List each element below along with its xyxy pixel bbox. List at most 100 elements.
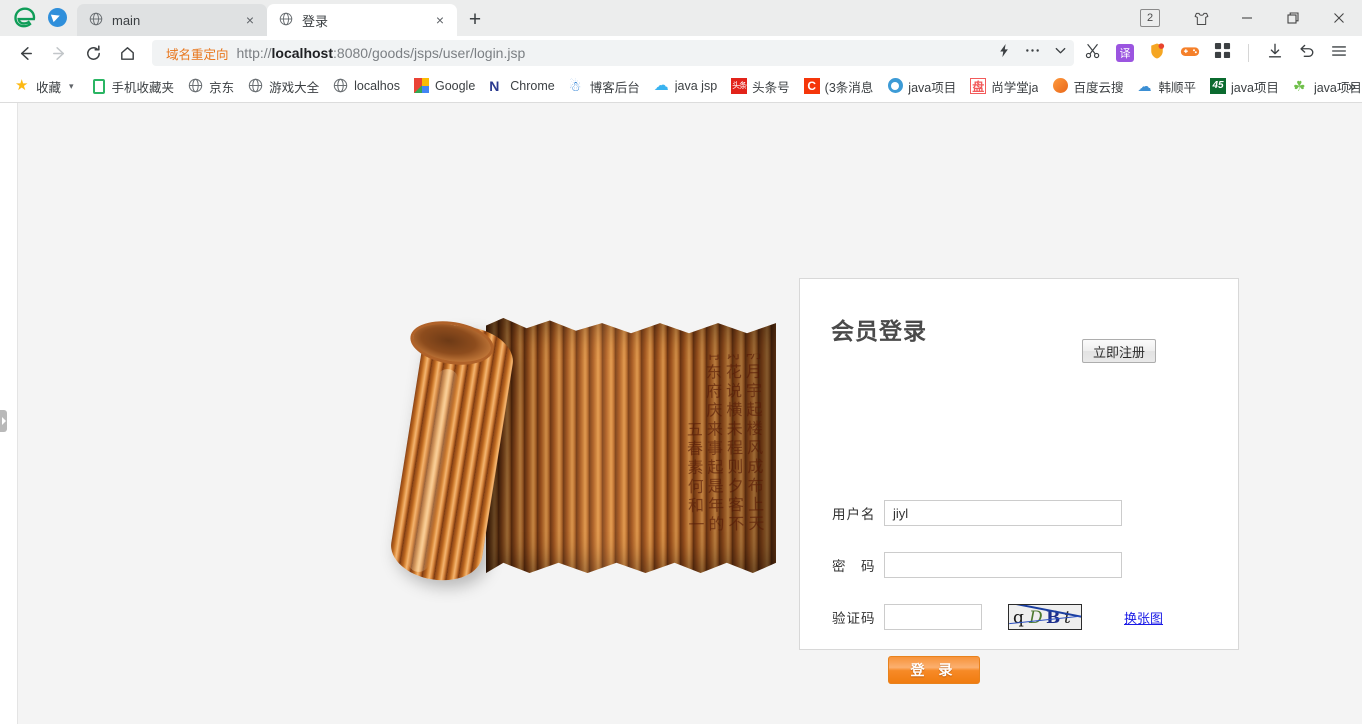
leaf-icon: ☘ [1293,78,1309,94]
bookmark-games[interactable]: 游戏大全 [241,73,326,99]
refresh-captcha-link[interactable]: 换张图 [1124,608,1163,627]
new-tab-button[interactable]: + [457,4,493,36]
bookmark-messages[interactable]: C (3条消息 [797,73,881,99]
bookmark-favorites[interactable]: ★ 收藏 ▾ [8,73,84,99]
gamepad-icon[interactable] [1180,43,1200,64]
star-icon: ★ [15,78,31,94]
navigation-bar: 域名重定向 http://localhost:8080/goods/jsps/u… [0,36,1362,70]
chevron-down-icon[interactable] [1053,43,1068,63]
history-undo-icon[interactable] [1298,42,1316,65]
bookmark-mobile-favorites[interactable]: 手机收藏夹 [84,73,182,99]
toutiao-icon: 头条 [731,78,747,94]
close-button[interactable] [1316,0,1362,36]
bookmark-java-jsp[interactable]: ☁ java jsp [647,73,724,99]
menu-icon[interactable] [1330,42,1348,65]
han-icon: ☁ [1137,78,1153,94]
tab-strip: main × 登录 × + 2 [0,0,1362,36]
bookmark-label: 手机收藏夹 [112,77,175,96]
telegram-logo-icon[interactable] [48,8,67,27]
bookmark-label: 百度云搜 [1073,77,1123,96]
bookmark-label: 韩顺平 [1158,77,1196,96]
reload-button[interactable] [76,38,110,68]
bookmark-label: 游戏大全 [269,77,319,96]
username-label: 用户名 [832,503,884,523]
netflix-n-icon: N [489,78,505,94]
bookmark-label: 京东 [209,77,234,96]
bookmark-localhost[interactable]: localhos [326,73,407,99]
bookmark-baidu-cloud[interactable]: 百度云搜 [1045,73,1130,99]
scissors-icon[interactable] [1084,42,1102,65]
chevron-down-icon[interactable]: ▾ [66,81,77,92]
tab-close-button[interactable]: × [431,11,449,29]
bamboo-calligraphy: 天不的一 上客年和 布夕是何 成则起素 风程事春 楼未来五 起横庆 宇说府 月花… [499,354,764,539]
username-input[interactable]: jiyl [884,500,1122,526]
password-input[interactable] [884,552,1122,578]
captcha-char: q [1013,608,1024,628]
globe-icon [89,12,105,28]
bookmark-java-project-1[interactable]: java项目 [880,73,963,99]
bookmark-label: 收藏 [36,77,61,96]
captcha-char: D [1029,608,1043,628]
globe-icon [248,78,264,94]
register-button[interactable]: 立即注册 [1082,339,1156,363]
browser-window: main × 登录 × + 2 [0,0,1362,724]
username-row: 用户名 jiyl [832,500,1122,526]
forward-button[interactable] [42,38,76,68]
home-button[interactable] [110,38,144,68]
bookmark-jd[interactable]: 京东 [181,73,241,99]
bookmark-toutiao[interactable]: 头条 头条号 [724,73,797,99]
page-viewport: 天不的一 上客年和 布夕是何 成则起素 风程事春 楼未来五 起横庆 宇说府 月花… [0,102,1362,724]
globe-icon [279,12,295,28]
login-submit-button[interactable]: 登 录 [888,656,980,684]
bookmark-label: java项目 [1231,77,1279,96]
bookmark-label: Google [435,79,475,93]
bookmark-google[interactable]: Google [407,73,482,99]
shield-icon[interactable] [1148,42,1166,65]
translate-icon-label: 译 [1120,45,1131,61]
google-icon [414,78,430,94]
sidebar-collapse-handle[interactable] [0,410,7,432]
tab-main[interactable]: main × [77,4,267,36]
page-title: 会员登录 [831,312,927,346]
bookmark-label: Chrome [510,79,554,93]
tshirt-icon[interactable] [1178,0,1224,36]
more-dots-icon[interactable] [1024,43,1041,63]
bamboo-scroll-image: 天不的一 上客年和 布夕是何 成则起素 风程事春 楼未来五 起横庆 宇说府 月花… [396,308,786,598]
translate-icon[interactable]: 译 [1116,44,1134,62]
omnibox-icons [997,43,1068,63]
tab-login[interactable]: 登录 × [267,4,457,36]
c-icon: C [804,78,820,94]
browser-brand-icons [0,4,77,36]
bookmark-shangxuetang[interactable]: 盘 尚学堂ja [963,73,1045,99]
captcha-image[interactable]: q D B t [1008,604,1082,630]
bookmark-blog-admin[interactable]: ☃ 博客后台 [562,73,647,99]
baidu-icon [1052,78,1068,94]
minimize-button[interactable] [1224,0,1270,36]
back-button[interactable] [8,38,42,68]
captcha-input[interactable] [884,604,982,630]
download-icon[interactable] [1266,42,1284,65]
redirect-badge: 域名重定向 [166,44,229,63]
apps-grid-icon[interactable] [1214,42,1231,64]
bookmarks-bar: ★ 收藏 ▾ 手机收藏夹 京东 游戏大全 localhos Google N C… [0,70,1362,102]
bookmark-java-project-2[interactable]: 45 java项目 [1203,73,1286,99]
bookmark-label: (3条消息 [825,77,874,96]
bookmarks-overflow-button[interactable]: » [1348,70,1356,102]
window-controls: 2 [1140,0,1362,36]
pan-icon: 盘 [970,78,986,94]
bookmark-hanshunping[interactable]: ☁ 韩顺平 [1130,73,1203,99]
tab-count-badge[interactable]: 2 [1140,9,1160,27]
bookmark-chrome[interactable]: N Chrome [482,73,561,99]
bookmark-label: localhos [354,79,400,93]
browser-toolbar-icons: 译 [1084,42,1354,65]
globe-icon [333,78,349,94]
45-icon: 45 [1210,78,1226,94]
lightning-icon[interactable] [997,43,1012,63]
bookmark-label: java项目 [908,77,956,96]
bookmark-label: java jsp [675,79,717,93]
maximize-button[interactable] [1270,0,1316,36]
tab-close-button[interactable]: × [241,11,259,29]
address-bar[interactable]: 域名重定向 http://localhost:8080/goods/jsps/u… [152,40,1074,66]
bookmark-label: 头条号 [752,77,790,96]
url-text[interactable]: http://localhost:8080/goods/jsps/user/lo… [237,45,989,61]
